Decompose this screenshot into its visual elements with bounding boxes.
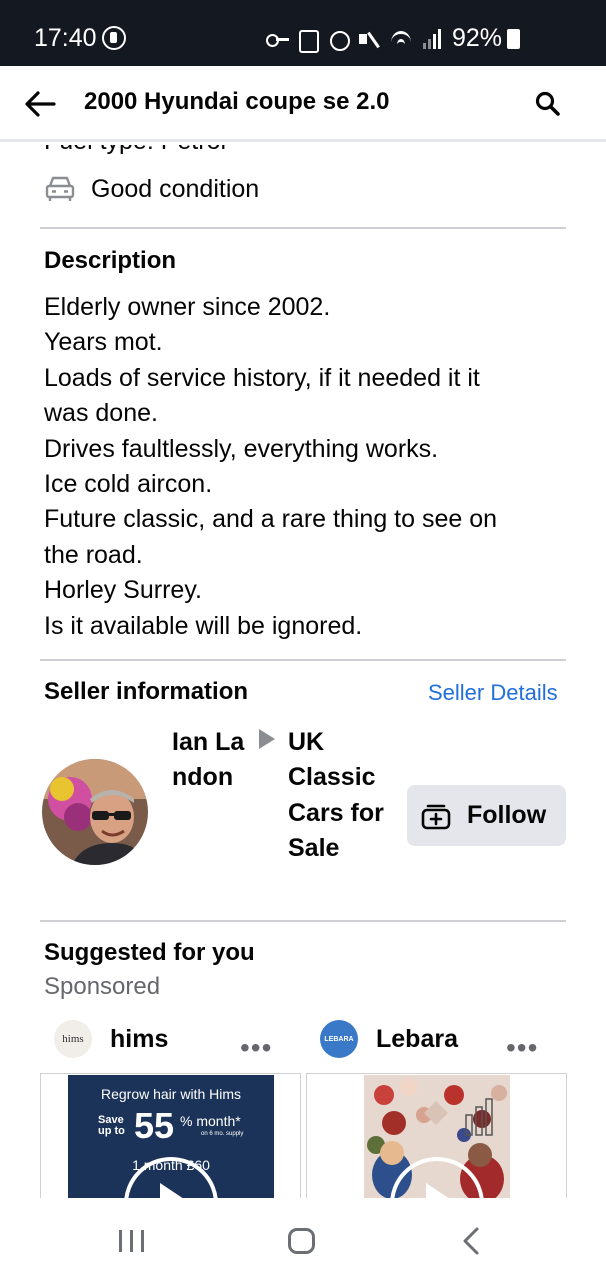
system-back-button[interactable] [460,1226,484,1256]
play-icon [160,1183,183,1198]
status-bar: 17:40 92% [0,0,606,66]
condition-row: Good condition [44,174,259,204]
system-nav-bar [0,1198,606,1280]
save-note: on 6 mo. supply [201,1131,244,1137]
divider [40,227,566,229]
description-text: Elderly owner since 2002. Years mot. Loa… [44,290,554,644]
play-icon [426,1183,449,1198]
arrow-left-icon [25,91,56,117]
lebara-ad-image [364,1075,510,1198]
status-time: 17:40 [34,24,97,52]
listing-content[interactable]: Fuel type: Petrol Good condition Descrip… [0,145,606,1198]
key-icon [266,29,289,49]
box-icon [297,29,319,53]
seller-details-link[interactable]: Seller Details [428,680,558,706]
follow-group-icon [421,804,451,829]
ad-headline: Regrow hair with Hims [100,1086,242,1102]
ad-header-hims[interactable]: hims hims [54,1020,168,1058]
notification-icon [102,26,126,50]
description-line: Future classic, and a rare thing to see … [44,505,498,534]
status-icons: 92% [266,24,521,53]
ad-advertiser-name: Lebara [376,1024,458,1053]
ad-header-lebara[interactable]: LEBARA Lebara [320,1020,458,1058]
description-line: the road. [44,540,143,569]
battery-percent: 92% [452,24,503,52]
lebara-logo: LEBARA [320,1020,358,1058]
seller-avatar[interactable] [42,759,148,865]
seller-info-title: Seller information [44,678,249,705]
description-line: Years mot. [44,328,163,357]
search-icon [535,91,560,116]
alarm-icon [328,29,350,51]
search-button[interactable] [534,90,562,118]
save-suffix: % month* [180,1113,241,1129]
description-line: Horley Surrey. [44,576,202,605]
mute-icon [359,29,381,49]
description-line: Loads of service history, if it needed i… [44,363,480,392]
more-options-icon[interactable]: ••• [240,1032,272,1064]
lebara-logo-text: LEBARA [324,1035,354,1043]
ad-card-hims[interactable]: Regrow hair with Hims Save up to 55 % mo… [40,1073,301,1198]
follow-button[interactable]: Follow [407,785,566,846]
description-title: Description [44,247,177,274]
signal-icon [421,28,441,49]
divider [40,659,566,661]
seller-group-name[interactable]: UK Classic Cars for Sale [288,725,398,867]
description-line: Ice cold aircon. [44,470,213,499]
description-line: Drives faultlessly, everything works. [44,434,439,463]
follow-label: Follow [467,801,547,829]
page-title: 2000 Hyundai coupe se 2.0 [84,88,390,115]
hims-ad-image: Regrow hair with Hims Save up to 55 % mo… [68,1075,274,1198]
fuel-type-text: Fuel type: Petrol [44,145,226,155]
description-line: Elderly owner since 2002. [44,293,331,321]
hims-logo-text: hims [62,1033,84,1045]
chevron-left-icon [463,1227,479,1255]
save-value: 55 [134,1105,175,1146]
fuel-type-row: Fuel type: Petrol [44,145,226,156]
play-arrow-icon [259,729,275,749]
suggested-title: Suggested for you [44,939,255,966]
car-icon [45,176,75,201]
divider [40,920,566,922]
battery-icon [507,28,521,49]
seller-name[interactable]: Ian Landon [172,725,256,796]
recents-button[interactable] [119,1230,145,1252]
sponsored-label: Sponsored [44,973,161,1000]
ad-advertiser-name: hims [110,1024,169,1053]
more-options-icon[interactable]: ••• [506,1032,538,1064]
description-line: was done. [44,399,158,428]
ad-card-lebara[interactable] [306,1073,567,1198]
save-prefix: Save up to [98,1114,125,1137]
top-app-bar: 2000 Hyundai coupe se 2.0 [0,66,606,142]
back-button[interactable] [22,86,58,122]
hims-logo: hims [54,1020,92,1058]
wifi-icon [390,29,412,49]
home-button[interactable] [288,1228,315,1254]
seller-photo [42,759,148,865]
condition-text: Good condition [91,174,260,203]
description-line: Is it available will be ignored. [44,611,363,640]
